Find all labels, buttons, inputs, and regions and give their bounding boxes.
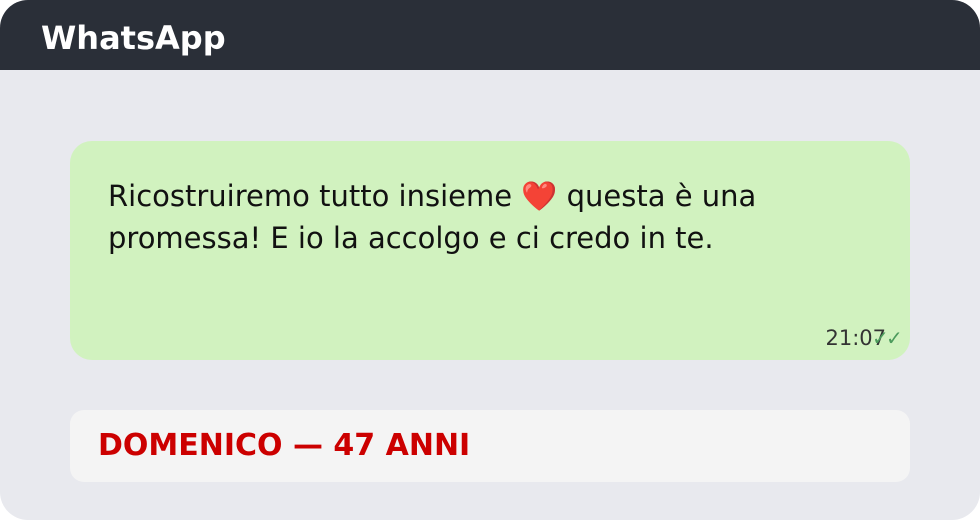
app-title: WhatsApp — [41, 19, 226, 57]
caption-text: DOMENICO — 47 ANNI — [98, 428, 471, 463]
double-check-icon: ✓ ✓ — [872, 326, 904, 350]
message-bubble[interactable]: Ricostruiremo tutto insieme ❤️ questa è … — [70, 141, 910, 360]
app-header: WhatsApp — [0, 0, 980, 70]
check-icon: ✓ — [886, 326, 903, 350]
message-text: Ricostruiremo tutto insieme ❤️ questa è … — [108, 179, 757, 255]
chat-window: WhatsApp Ricostruiremo tutto insieme ❤️ … — [0, 0, 980, 520]
message-meta: 21:07 ✓ ✓ — [825, 326, 904, 350]
caption-card: DOMENICO — 47 ANNI — [70, 410, 910, 482]
